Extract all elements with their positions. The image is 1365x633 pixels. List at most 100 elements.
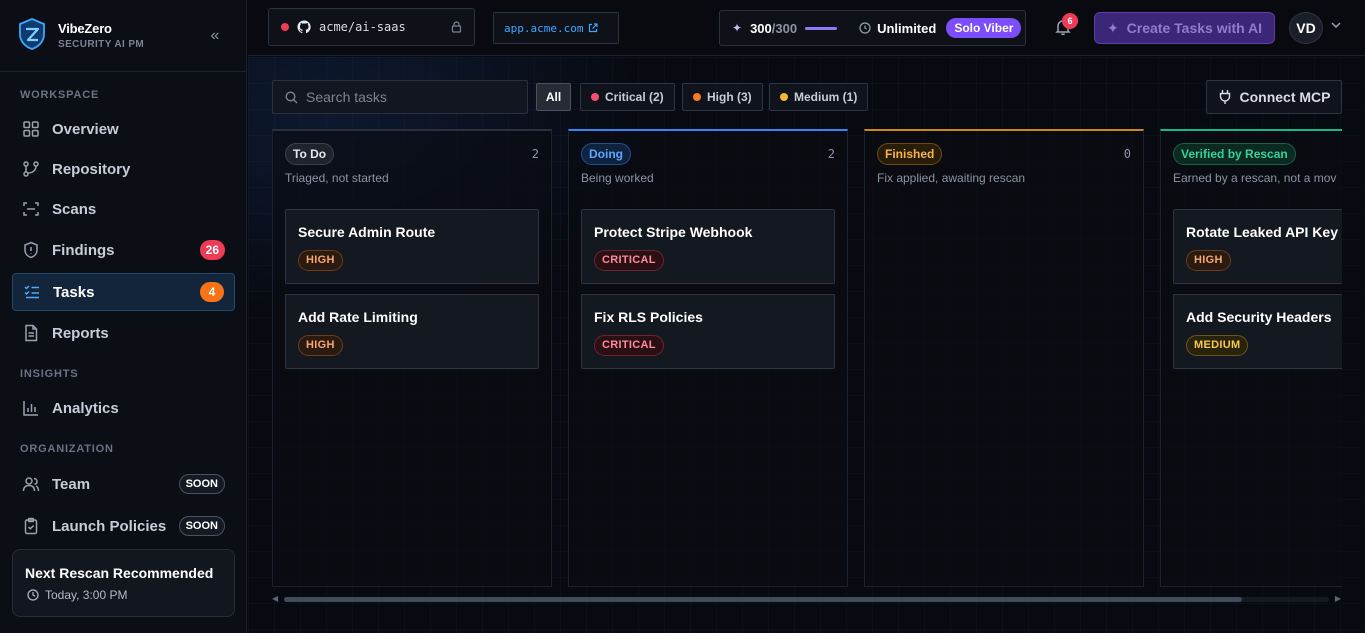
rescan-time: Today, 3:00 PM bbox=[27, 588, 128, 602]
create-tasks-ai-button[interactable]: ✦ Create Tasks with AI bbox=[1094, 12, 1275, 44]
task-title: Protect Stripe Webhook bbox=[594, 224, 753, 240]
severity-badge: HIGH bbox=[298, 335, 343, 356]
sidebar-item-tasks[interactable]: Tasks 4 bbox=[12, 273, 235, 311]
clock-icon bbox=[859, 22, 871, 34]
brand-subtitle: SECURITY AI PM bbox=[58, 39, 145, 50]
severity-badge: HIGH bbox=[1186, 250, 1231, 271]
horizontal-scrollbar[interactable]: ◀ ▶ bbox=[272, 594, 1341, 604]
repo-selector[interactable]: acme/ai-saas bbox=[268, 8, 475, 46]
limit-label: Unlimited bbox=[877, 20, 937, 36]
task-card[interactable]: Secure Admin Route HIGH bbox=[285, 209, 539, 284]
chevron-down-icon[interactable] bbox=[1329, 18, 1343, 32]
rescan-time-text: Today, 3:00 PM bbox=[45, 588, 128, 602]
section-label-workspace: WORKSPACE bbox=[20, 89, 100, 101]
column-title: Verified by Rescan bbox=[1173, 143, 1296, 165]
scroll-left-icon[interactable]: ◀ bbox=[272, 594, 278, 604]
column-title: To Do bbox=[285, 143, 335, 165]
document-icon bbox=[22, 324, 40, 342]
connect-mcp-label: Connect MCP bbox=[1239, 89, 1331, 105]
task-card[interactable]: Add Rate Limiting HIGH bbox=[285, 294, 539, 369]
sidebar-item-launch-policies[interactable]: Launch Policies SOON bbox=[12, 507, 235, 545]
sidebar-item-label: Team bbox=[52, 475, 91, 493]
search-input[interactable] bbox=[306, 89, 506, 105]
checklist-icon bbox=[23, 283, 41, 301]
column-description: Earned by a rescan, not a mov bbox=[1173, 171, 1337, 185]
scan-icon bbox=[22, 200, 40, 218]
sidebar-item-label: Reports bbox=[52, 324, 109, 342]
column-title: Doing bbox=[581, 143, 631, 165]
task-card[interactable]: Fix RLS Policies CRITICAL bbox=[581, 294, 835, 369]
section-label-organization: ORGANIZATION bbox=[20, 443, 114, 455]
scroll-right-icon[interactable]: ▶ bbox=[1335, 594, 1341, 604]
sidebar-item-team[interactable]: Team SOON bbox=[12, 465, 235, 503]
rescan-title: Next Rescan Recommended bbox=[25, 565, 214, 581]
severity-badge: CRITICAL bbox=[594, 250, 664, 271]
task-card[interactable]: Protect Stripe Webhook CRITICAL bbox=[581, 209, 835, 284]
topbar: acme/ai-saas app.acme.com ✦ 300 /300 Unl… bbox=[248, 0, 1365, 56]
task-card[interactable]: Add Security Headers MEDIUM bbox=[1173, 294, 1342, 369]
plan-badge: Solo Viber bbox=[946, 18, 1022, 38]
create-tasks-label: Create Tasks with AI bbox=[1126, 20, 1263, 36]
filter-medium[interactable]: Medium (1) bbox=[769, 83, 869, 111]
clipboard-icon bbox=[22, 517, 40, 535]
column-title: Finished bbox=[877, 143, 943, 165]
severity-badge: MEDIUM bbox=[1186, 335, 1249, 356]
task-title: Rotate Leaked API Key bbox=[1186, 224, 1338, 240]
filter-label: Critical (2) bbox=[605, 90, 664, 104]
repo-status-dot bbox=[281, 23, 289, 31]
sidebar-item-findings[interactable]: Findings 26 bbox=[12, 231, 235, 269]
sidebar-item-analytics[interactable]: Analytics bbox=[12, 389, 235, 427]
sidebar-item-label: Scans bbox=[52, 200, 97, 218]
column-description: Fix applied, awaiting rescan bbox=[877, 171, 1026, 185]
column-description: Being worked bbox=[581, 171, 654, 185]
repo-name: acme/ai-saas bbox=[319, 20, 406, 34]
app-url: app.acme.com bbox=[504, 21, 584, 35]
sparkle-icon: ✦ bbox=[1106, 19, 1119, 36]
next-rescan-card[interactable]: Next Rescan Recommended Today, 3:00 PM bbox=[12, 549, 235, 617]
plug-icon bbox=[1219, 90, 1230, 104]
credits-total: /300 bbox=[771, 20, 798, 36]
brand: VibeZero SECURITY AI PM « bbox=[0, 0, 246, 72]
soon-badge: SOON bbox=[178, 474, 225, 494]
task-title: Add Security Headers bbox=[1186, 309, 1332, 325]
filter-critical[interactable]: Critical (2) bbox=[580, 83, 675, 111]
app-url-link[interactable]: app.acme.com bbox=[493, 12, 619, 44]
sidebar-item-reports[interactable]: Reports bbox=[12, 314, 235, 352]
avatar[interactable]: VD bbox=[1289, 12, 1323, 44]
column-verified-by-rescan: Verified by Rescan Earned by a rescan, n… bbox=[1160, 129, 1342, 587]
findings-count-badge: 26 bbox=[199, 240, 225, 260]
credits-panel: ✦ 300 /300 Unlimited Solo Viber bbox=[719, 10, 1026, 46]
sidebar-item-overview[interactable]: Overview bbox=[12, 110, 235, 148]
severity-badge: HIGH bbox=[298, 250, 343, 271]
credits-used: 300 bbox=[750, 20, 772, 36]
task-board: All Critical (2) High (3) Medium (1) Con… bbox=[248, 57, 1365, 633]
soon-badge: SOON bbox=[178, 516, 225, 536]
critical-dot bbox=[591, 93, 599, 101]
sidebar-item-label: Findings bbox=[52, 241, 115, 259]
branch-icon bbox=[22, 160, 40, 178]
search-box[interactable] bbox=[272, 80, 528, 114]
connect-mcp-button[interactable]: Connect MCP bbox=[1206, 80, 1342, 114]
filter-all[interactable]: All bbox=[536, 83, 571, 111]
task-title: Fix RLS Policies bbox=[594, 309, 703, 325]
search-icon bbox=[285, 90, 298, 103]
column-finished: Finished 0 Fix applied, awaiting rescan bbox=[864, 129, 1144, 587]
users-icon bbox=[22, 475, 40, 493]
sidebar-item-repository[interactable]: Repository bbox=[12, 150, 235, 188]
column-count: 0 bbox=[1123, 147, 1131, 161]
sidebar-item-scans[interactable]: Scans bbox=[12, 190, 235, 228]
task-card[interactable]: Rotate Leaked API Key HIGH bbox=[1173, 209, 1342, 284]
filter-high[interactable]: High (3) bbox=[682, 83, 763, 111]
task-title: Secure Admin Route bbox=[298, 224, 436, 240]
column-count: 2 bbox=[827, 147, 835, 161]
sidebar-item-label: Repository bbox=[52, 160, 131, 178]
column-todo: To Do 2 Triaged, not started Secure Admi… bbox=[272, 129, 552, 587]
scrollbar-thumb[interactable] bbox=[284, 597, 1242, 602]
collapse-sidebar-icon[interactable]: « bbox=[205, 26, 225, 46]
high-dot bbox=[693, 93, 701, 101]
task-title: Add Rate Limiting bbox=[298, 309, 418, 325]
sparkle-icon: ✦ bbox=[732, 21, 743, 35]
sidebar-item-label: Tasks bbox=[53, 283, 95, 301]
github-icon bbox=[297, 20, 311, 34]
brand-name: VibeZero bbox=[58, 21, 112, 36]
